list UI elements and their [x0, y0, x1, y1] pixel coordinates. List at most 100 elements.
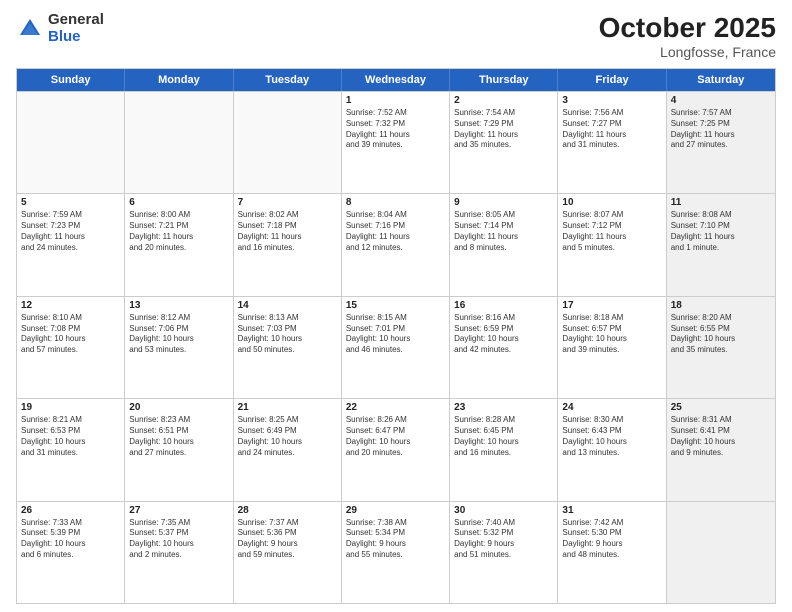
day-number: 31 [562, 505, 661, 516]
cell-text: Sunrise: 8:10 AM Sunset: 7:08 PM Dayligh… [21, 313, 120, 356]
cell-text: Sunrise: 7:56 AM Sunset: 7:27 PM Dayligh… [562, 108, 661, 151]
header: General Blue October 2025 Longfosse, Fra… [16, 12, 776, 60]
calendar-cell: 18 Sunrise: 8:20 AM Sunset: 6:55 PM Dayli… [667, 297, 775, 398]
cell-text: Sunrise: 8:02 AM Sunset: 7:18 PM Dayligh… [238, 210, 337, 253]
calendar-body: 1 Sunrise: 7:52 AM Sunset: 7:32 PM Daylig… [17, 91, 775, 603]
cell-text: Sunrise: 8:16 AM Sunset: 6:59 PM Dayligh… [454, 313, 553, 356]
day-number: 17 [562, 300, 661, 311]
day-number: 6 [129, 197, 228, 208]
calendar-cell: 31 Sunrise: 7:42 AM Sunset: 5:30 PM Dayli… [558, 502, 666, 603]
day-number: 10 [562, 197, 661, 208]
calendar-cell: 28Sunrise: 7:37 AM Sunset: 5:36 PM Dayli… [234, 502, 342, 603]
day-number: 13 [129, 300, 228, 311]
day-number: 9 [454, 197, 553, 208]
day-number: 24 [562, 402, 661, 413]
calendar-cell: 10Sunrise: 8:07 AM Sunset: 7:12 PM Dayli… [558, 194, 666, 295]
calendar-cell [17, 92, 125, 193]
day-number: 12 [21, 300, 120, 311]
calendar-header-row: SundayMondayTuesdayWednesdayThursdayFrid… [17, 69, 775, 91]
logo-blue: Blue [48, 29, 104, 46]
calendar-cell: 9 Sunrise: 8:05 AM Sunset: 7:14 PM Daylig… [450, 194, 558, 295]
day-number: 22 [346, 402, 445, 413]
logo: General Blue [16, 12, 104, 45]
calendar-cell [125, 92, 233, 193]
calendar: SundayMondayTuesdayWednesdayThursdayFrid… [16, 68, 776, 604]
cell-text: Sunrise: 8:28 AM Sunset: 6:45 PM Dayligh… [454, 415, 553, 458]
calendar-cell: 30Sunrise: 7:40 AM Sunset: 5:32 PM Dayli… [450, 502, 558, 603]
cell-text: Sunrise: 8:00 AM Sunset: 7:21 PM Dayligh… [129, 210, 228, 253]
day-number: 1 [346, 95, 445, 106]
cell-text: Sunrise: 7:38 AM Sunset: 5:34 PM Dayligh… [346, 518, 445, 561]
calendar-cell: 8Sunrise: 8:04 AM Sunset: 7:16 PM Daylig… [342, 194, 450, 295]
cell-text: Sunrise: 7:59 AM Sunset: 7:23 PM Dayligh… [21, 210, 120, 253]
calendar-cell: 15Sunrise: 8:15 AM Sunset: 7:01 PM Dayli… [342, 297, 450, 398]
calendar-cell [667, 502, 775, 603]
calendar-cell: 12 Sunrise: 8:10 AM Sunset: 7:08 PM Dayli… [17, 297, 125, 398]
logo-text: General Blue [48, 12, 104, 45]
calendar-cell: 13Sunrise: 8:12 AM Sunset: 7:06 PM Dayli… [125, 297, 233, 398]
cell-text: Sunrise: 8:31 AM Sunset: 6:41 PM Dayligh… [671, 415, 771, 458]
logo-icon [16, 15, 44, 43]
header-day-monday: Monday [125, 69, 233, 91]
header-day-tuesday: Tuesday [234, 69, 342, 91]
header-day-thursday: Thursday [450, 69, 558, 91]
cell-text: Sunrise: 8:23 AM Sunset: 6:51 PM Dayligh… [129, 415, 228, 458]
cell-text: Sunrise: 8:18 AM Sunset: 6:57 PM Dayligh… [562, 313, 661, 356]
cell-text: Sunrise: 7:37 AM Sunset: 5:36 PM Dayligh… [238, 518, 337, 561]
calendar-cell: 3Sunrise: 7:56 AM Sunset: 7:27 PM Daylig… [558, 92, 666, 193]
header-day-friday: Friday [558, 69, 666, 91]
calendar-cell: 16 Sunrise: 8:16 AM Sunset: 6:59 PM Dayli… [450, 297, 558, 398]
title-block: October 2025 Longfosse, France [599, 12, 776, 60]
calendar-cell: 7 Sunrise: 8:02 AM Sunset: 7:18 PM Daylig… [234, 194, 342, 295]
cell-text: Sunrise: 8:21 AM Sunset: 6:53 PM Dayligh… [21, 415, 120, 458]
calendar-cell: 4Sunrise: 7:57 AM Sunset: 7:25 PM Daylig… [667, 92, 775, 193]
cell-text: Sunrise: 7:54 AM Sunset: 7:29 PM Dayligh… [454, 108, 553, 151]
cell-text: Sunrise: 7:42 AM Sunset: 5:30 PM Dayligh… [562, 518, 661, 561]
calendar-cell: 23 Sunrise: 8:28 AM Sunset: 6:45 PM Dayli… [450, 399, 558, 500]
calendar-cell: 2 Sunrise: 7:54 AM Sunset: 7:29 PM Daylig… [450, 92, 558, 193]
day-number: 18 [671, 300, 771, 311]
calendar-week-4: 19 Sunrise: 8:21 AM Sunset: 6:53 PM Dayli… [17, 398, 775, 500]
day-number: 7 [238, 197, 337, 208]
logo-general: General [48, 12, 104, 29]
day-number: 5 [21, 197, 120, 208]
calendar-cell: 17 Sunrise: 8:18 AM Sunset: 6:57 PM Dayli… [558, 297, 666, 398]
calendar-week-3: 12 Sunrise: 8:10 AM Sunset: 7:08 PM Dayli… [17, 296, 775, 398]
cell-text: Sunrise: 8:04 AM Sunset: 7:16 PM Dayligh… [346, 210, 445, 253]
cell-text: Sunrise: 8:25 AM Sunset: 6:49 PM Dayligh… [238, 415, 337, 458]
title-location: Longfosse, France [599, 44, 776, 60]
cell-text: Sunrise: 7:33 AM Sunset: 5:39 PM Dayligh… [21, 518, 120, 561]
day-number: 16 [454, 300, 553, 311]
calendar-cell: 29 Sunrise: 7:38 AM Sunset: 5:34 PM Dayli… [342, 502, 450, 603]
cell-text: Sunrise: 7:35 AM Sunset: 5:37 PM Dayligh… [129, 518, 228, 561]
header-day-saturday: Saturday [667, 69, 775, 91]
cell-text: Sunrise: 8:05 AM Sunset: 7:14 PM Dayligh… [454, 210, 553, 253]
calendar-cell: 24 Sunrise: 8:30 AM Sunset: 6:43 PM Dayli… [558, 399, 666, 500]
title-month: October 2025 [599, 12, 776, 44]
cell-text: Sunrise: 8:13 AM Sunset: 7:03 PM Dayligh… [238, 313, 337, 356]
calendar-cell: 20 Sunrise: 8:23 AM Sunset: 6:51 PM Dayli… [125, 399, 233, 500]
calendar-cell: 5 Sunrise: 7:59 AM Sunset: 7:23 PM Daylig… [17, 194, 125, 295]
day-number: 25 [671, 402, 771, 413]
cell-text: Sunrise: 8:26 AM Sunset: 6:47 PM Dayligh… [346, 415, 445, 458]
cell-text: Sunrise: 8:20 AM Sunset: 6:55 PM Dayligh… [671, 313, 771, 356]
calendar-cell: 11Sunrise: 8:08 AM Sunset: 7:10 PM Dayli… [667, 194, 775, 295]
day-number: 26 [21, 505, 120, 516]
calendar-cell: 14Sunrise: 8:13 AM Sunset: 7:03 PM Dayli… [234, 297, 342, 398]
cell-text: Sunrise: 7:52 AM Sunset: 7:32 PM Dayligh… [346, 108, 445, 151]
day-number: 27 [129, 505, 228, 516]
calendar-cell [234, 92, 342, 193]
day-number: 19 [21, 402, 120, 413]
day-number: 21 [238, 402, 337, 413]
header-day-sunday: Sunday [17, 69, 125, 91]
day-number: 2 [454, 95, 553, 106]
day-number: 20 [129, 402, 228, 413]
calendar-week-5: 26 Sunrise: 7:33 AM Sunset: 5:39 PM Dayli… [17, 501, 775, 603]
cell-text: Sunrise: 8:30 AM Sunset: 6:43 PM Dayligh… [562, 415, 661, 458]
calendar-week-1: 1 Sunrise: 7:52 AM Sunset: 7:32 PM Daylig… [17, 91, 775, 193]
cell-text: Sunrise: 8:15 AM Sunset: 7:01 PM Dayligh… [346, 313, 445, 356]
day-number: 29 [346, 505, 445, 516]
day-number: 23 [454, 402, 553, 413]
page: General Blue October 2025 Longfosse, Fra… [0, 0, 792, 612]
day-number: 30 [454, 505, 553, 516]
